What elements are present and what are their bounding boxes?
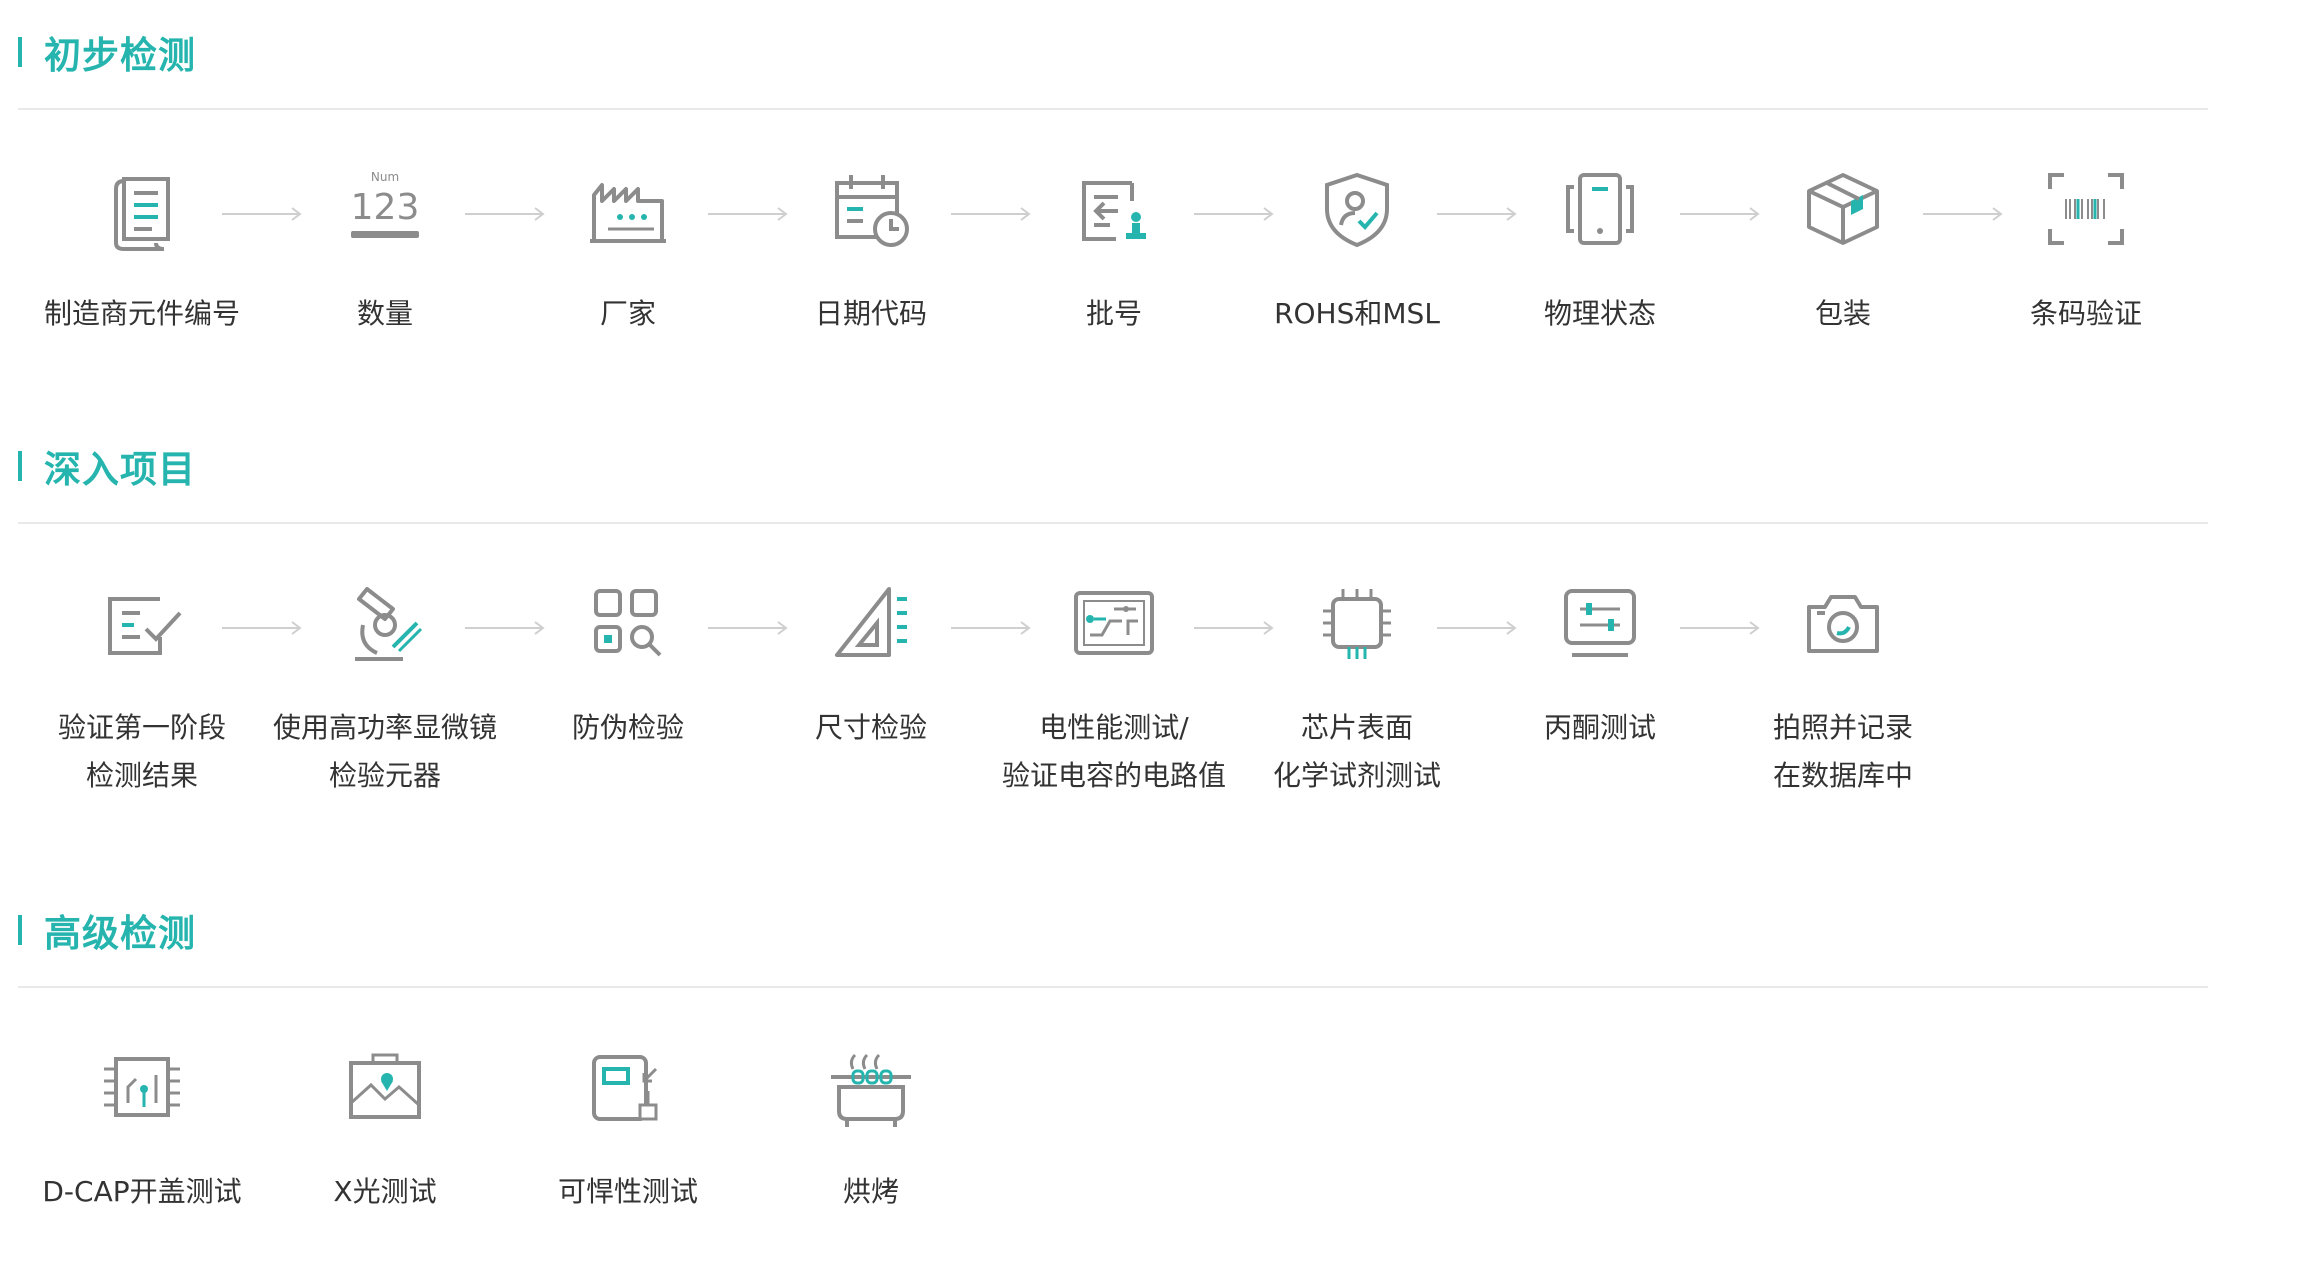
step-item: 丙酮测试 [1480, 568, 1720, 752]
step-label-line: 可悍性测试 [557, 1175, 698, 1208]
step-item: 厂家 [508, 154, 748, 338]
step-label-line: 验证电容的电路值 [1001, 759, 1226, 792]
step-item: 可悍性测试 [508, 1032, 748, 1216]
step-label: 物理状态 [1480, 290, 1720, 338]
step-item: 烘烤 [751, 1032, 991, 1216]
step-label: 丙酮测试 [1480, 704, 1720, 752]
step-label: 批号 [994, 290, 1234, 338]
section-header: 高级检测 [18, 900, 196, 960]
step-label: 制造商元件编号 [22, 290, 262, 338]
step-item: 物理状态 [1480, 154, 1720, 338]
step-label: 防伪检验 [508, 704, 748, 752]
step-item: D-CAP开盖测试 [22, 1032, 262, 1216]
section-header: 深入项目 [18, 436, 196, 496]
section-2: 深入项目验证第一阶段 检测结果 使用高功率显微镜 检验元器 防伪检验 尺寸检验 电性能测试/… [0, 436, 2304, 792]
section-accent-bar [18, 915, 22, 945]
step-label-line: 防伪检验 [571, 711, 684, 744]
section-divider [18, 108, 2208, 110]
section-title: 初步检测 [44, 34, 196, 77]
step-label-line: 验证第一阶段 [57, 711, 226, 744]
step-label-line: 电性能测试/ [1039, 711, 1189, 744]
section-accent-bar [18, 451, 22, 481]
step-item: 尺寸检验 [751, 568, 991, 752]
step-item: 电性能测试/验证电容的电路值 [994, 568, 1234, 800]
icon-small-text: Num [371, 170, 399, 184]
step-row: 验证第一阶段 检测结果 使用高功率显微镜 检验元器 防伪检验 尺寸检验 电性能测试/验证电容… [0, 568, 2304, 798]
step-item: 包装 [1723, 154, 1963, 338]
step-label-line: 尺寸检验 [814, 711, 927, 744]
section-divider [18, 986, 2208, 988]
step-label-line: 物理状态 [1543, 297, 1656, 330]
step-label-line: 数量 [356, 297, 413, 330]
step-label-line: 丙酮测试 [1543, 711, 1656, 744]
step-item: 拍照并记录在数据库中 [1723, 568, 1963, 800]
step-label: 数量 [265, 290, 505, 338]
step-label-line: ROHS和MSL [1274, 297, 1440, 330]
step-label-line: 制造商元件编号 [43, 297, 240, 330]
step-label-line: 芯片表面 [1300, 711, 1413, 744]
step-item: 条码验证 [1966, 154, 2206, 338]
step-label-line: 化学试剂测试 [1272, 759, 1441, 792]
step-label: ROHS和MSL [1237, 290, 1477, 338]
step-label-line: 在数据库中 [1772, 759, 1913, 792]
step-label: D-CAP开盖测试 [22, 1168, 262, 1216]
step-label: 电性能测试/验证电容的电路值 [994, 704, 1234, 800]
step-label-line: 包装 [1814, 297, 1871, 330]
icon-big-text: 123 [351, 187, 420, 228]
step-item: Num 123 数量 [265, 154, 505, 338]
section-1: 初步检测制造商元件编号 Num 123 数量 厂家 日期代码 批号 ROHS和MSL 物理状态 包… [0, 22, 2304, 362]
decap-chip-icon [22, 1032, 262, 1142]
section-title: 高级检测 [44, 912, 196, 955]
step-label: 条码验证 [1966, 290, 2206, 338]
section-3: 高级检测 D-CAP开盖测试 X光测试 可悍性测试 烘烤 [0, 900, 2304, 1240]
step-label-line: 烘烤 [842, 1175, 899, 1208]
step-label: 包装 [1723, 290, 1963, 338]
step-label: X光测试 [265, 1168, 505, 1216]
step-label: 烘烤 [751, 1168, 991, 1216]
step-item: 批号 [994, 154, 1234, 338]
step-label-line: 批号 [1085, 297, 1142, 330]
step-label-line: 检验元器 [328, 759, 441, 792]
step-label-line: 厂家 [599, 297, 656, 330]
step-item: X光测试 [265, 1032, 505, 1216]
section-title: 深入项目 [44, 448, 196, 491]
camera-icon [1723, 568, 1963, 678]
section-header: 初步检测 [18, 22, 196, 82]
baking-oven-icon [751, 1032, 991, 1142]
step-label: 使用高功率显微镜 检验元器 [265, 704, 505, 800]
step-label: 厂家 [508, 290, 748, 338]
step-label: 拍照并记录在数据库中 [1723, 704, 1963, 800]
step-item: 使用高功率显微镜 检验元器 [265, 568, 505, 800]
section-divider [18, 522, 2208, 524]
section-accent-bar [18, 37, 22, 67]
step-item: 制造商元件编号 [22, 154, 262, 338]
step-label: 芯片表面化学试剂测试 [1237, 704, 1477, 800]
step-item: 验证第一阶段 检测结果 [22, 568, 262, 800]
step-label: 验证第一阶段 检测结果 [22, 704, 262, 800]
step-label-line: 检测结果 [85, 759, 198, 792]
step-label-line: X光测试 [333, 1175, 437, 1208]
step-row: D-CAP开盖测试 X光测试 可悍性测试 烘烤 [0, 1032, 2304, 1262]
step-label: 日期代码 [751, 290, 991, 338]
step-item: 芯片表面化学试剂测试 [1237, 568, 1477, 800]
xray-image-icon [265, 1032, 505, 1142]
step-label-line: 使用高功率显微镜 [272, 711, 497, 744]
step-label: 尺寸检验 [751, 704, 991, 752]
step-label-line: 条码验证 [2029, 297, 2142, 330]
step-item: 日期代码 [751, 154, 991, 338]
step-label: 可悍性测试 [508, 1168, 748, 1216]
step-row: 制造商元件编号 Num 123 数量 厂家 日期代码 批号 ROHS和MSL 物理状态 包装 条码验… [0, 154, 2304, 384]
step-label-line: 日期代码 [814, 297, 927, 330]
solder-device-icon [508, 1032, 748, 1142]
step-label-line: D-CAP开盖测试 [42, 1175, 242, 1208]
step-item: ROHS和MSL [1237, 154, 1477, 338]
step-item: 防伪检验 [508, 568, 748, 752]
barcode-scan-icon [1966, 154, 2206, 264]
step-label-line: 拍照并记录 [1772, 711, 1913, 744]
